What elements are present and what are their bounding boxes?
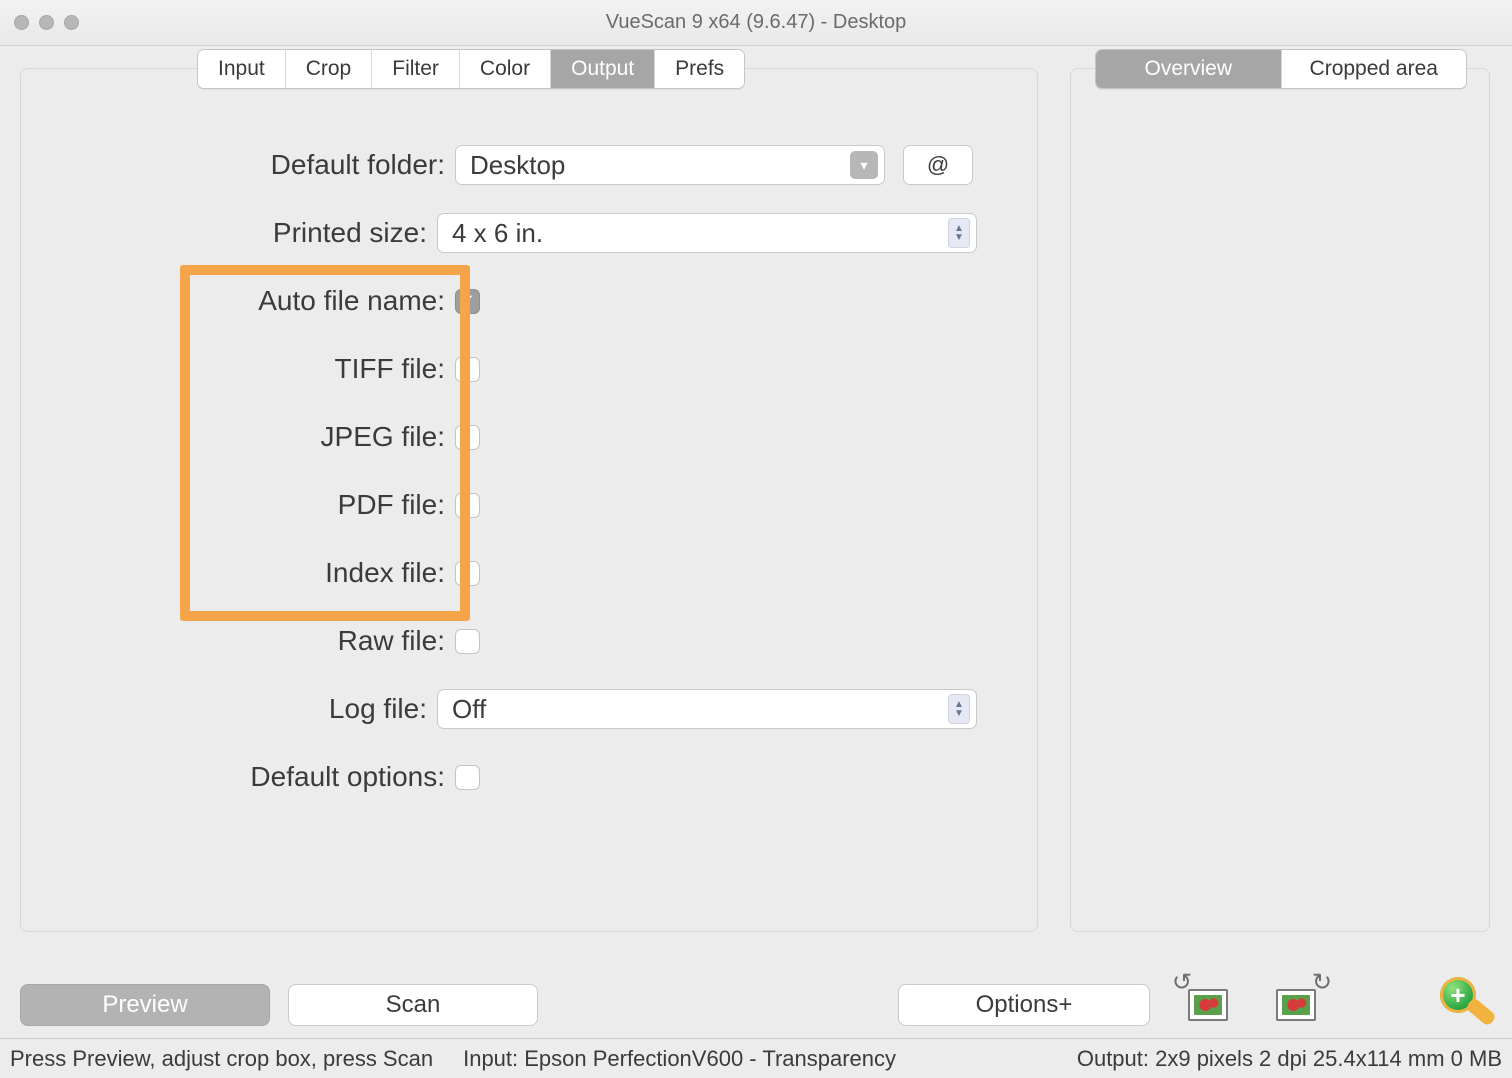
default-options-checkbox[interactable] [455,765,480,790]
tab-cropped-area[interactable]: Cropped area [1282,50,1467,88]
tiff-file-checkbox[interactable] [455,357,480,382]
tab-filter[interactable]: Filter [372,50,460,88]
scan-button[interactable]: Scan [288,984,538,1026]
row-default-options: Default options: [97,743,977,811]
action-bar: Preview Scan Options+ ↻ ↻ + [0,976,1512,1034]
tab-output[interactable]: Output [551,50,655,88]
auto-file-name-checkbox[interactable] [455,289,480,314]
row-default-folder: Default folder: Desktop ▾ @ [97,131,977,199]
row-auto-file-name: Auto file name: [97,267,977,335]
label-log-file: Log file: [97,693,437,725]
status-input: Input: Epson PerfectionV600 - Transparen… [463,1046,896,1072]
updown-icon: ▲▼ [948,218,970,248]
row-raw-file: Raw file: [97,607,977,675]
rotate-left-button[interactable]: ↻ [1178,980,1238,1030]
settings-panel: Input Crop Filter Color Output Prefs Def… [20,68,1038,932]
label-tiff-file: TIFF file: [97,353,455,385]
default-folder-value: Desktop [470,150,565,181]
row-log-file: Log file: Off ▲▼ [97,675,977,743]
preview-panel: Overview Cropped area [1070,68,1490,932]
rotate-right-button[interactable]: ↻ [1266,980,1326,1030]
label-jpeg-file: JPEG file: [97,421,455,453]
tab-crop[interactable]: Crop [286,50,373,88]
pdf-file-checkbox[interactable] [455,493,480,518]
thumbnail-icon [1188,989,1228,1021]
window-title: VueScan 9 x64 (9.6.47) - Desktop [0,11,1512,34]
row-pdf-file: PDF file: [97,471,977,539]
log-file-select[interactable]: Off ▲▼ [437,689,977,729]
row-jpeg-file: JPEG file: [97,403,977,471]
row-tiff-file: TIFF file: [97,335,977,403]
raw-file-checkbox[interactable] [455,629,480,654]
thumbnail-icon [1276,989,1316,1021]
label-raw-file: Raw file: [97,625,455,657]
magnifier-handle-icon [1465,997,1497,1027]
chevron-down-icon: ▾ [850,151,878,179]
tab-input[interactable]: Input [198,50,286,88]
label-default-options: Default options: [97,761,455,793]
label-auto-file-name: Auto file name: [97,285,455,317]
label-printed-size: Printed size: [97,217,437,249]
log-file-value: Off [452,694,486,725]
window-titlebar: VueScan 9 x64 (9.6.47) - Desktop [0,0,1512,46]
output-form: Default folder: Desktop ▾ @ Printed size… [97,131,977,811]
at-button[interactable]: @ [903,145,973,185]
label-index-file: Index file: [97,557,455,589]
tab-color[interactable]: Color [460,50,551,88]
updown-icon: ▲▼ [948,694,970,724]
tab-overview[interactable]: Overview [1096,50,1282,88]
status-bar: Press Preview, adjust crop box, press Sc… [0,1038,1512,1078]
row-index-file: Index file: [97,539,977,607]
printed-size-value: 4 x 6 in. [452,218,543,249]
zoom-in-button[interactable]: + [1436,977,1492,1033]
label-pdf-file: PDF file: [97,489,455,521]
tab-prefs[interactable]: Prefs [655,50,744,88]
label-default-folder: Default folder: [97,149,455,181]
printed-size-select[interactable]: 4 x 6 in. ▲▼ [437,213,977,253]
status-hint: Press Preview, adjust crop box, press Sc… [10,1046,433,1072]
options-button[interactable]: Options+ [898,984,1150,1026]
preview-tabs: Overview Cropped area [1095,49,1467,89]
default-folder-dropdown[interactable]: Desktop ▾ [455,145,885,185]
row-printed-size: Printed size: 4 x 6 in. ▲▼ [97,199,977,267]
preview-button[interactable]: Preview [20,984,270,1026]
index-file-checkbox[interactable] [455,561,480,586]
jpeg-file-checkbox[interactable] [455,425,480,450]
settings-tabs: Input Crop Filter Color Output Prefs [197,49,745,89]
status-output: Output: 2x9 pixels 2 dpi 25.4x114 mm 0 M… [1077,1046,1502,1072]
